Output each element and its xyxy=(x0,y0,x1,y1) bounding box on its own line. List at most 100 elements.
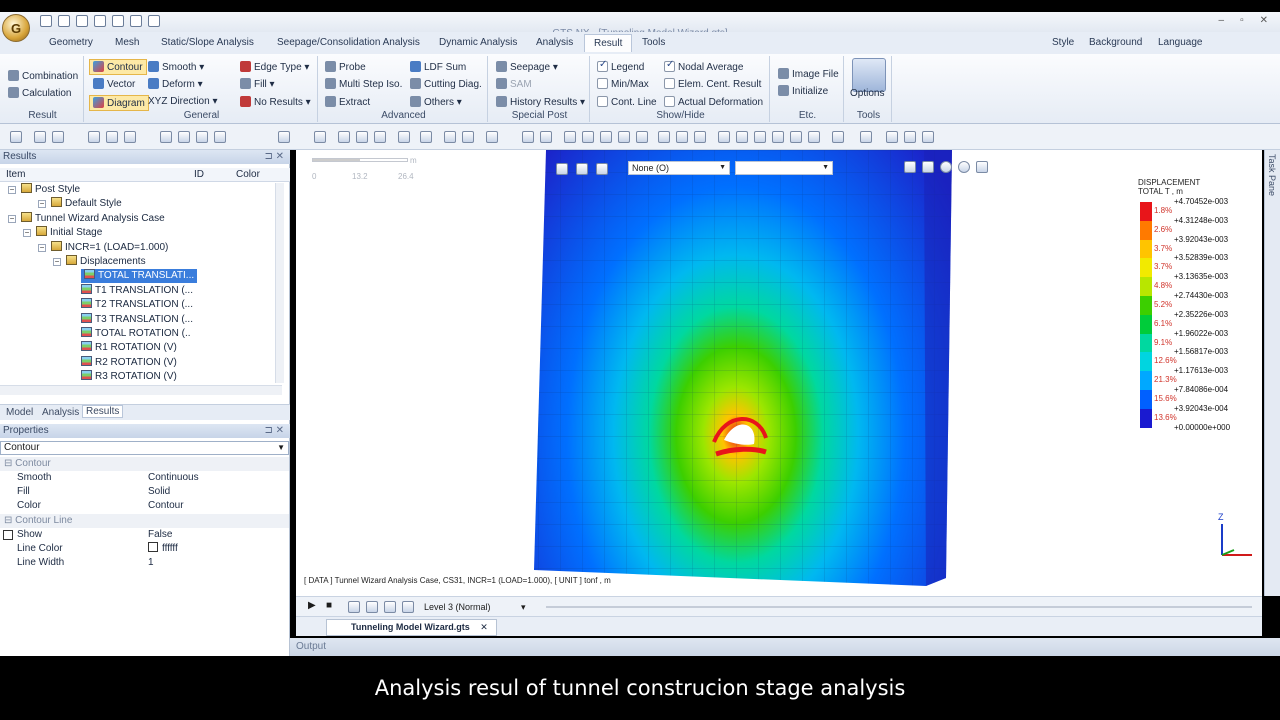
options-button[interactable]: Options xyxy=(850,88,884,99)
save-icon[interactable] xyxy=(76,15,88,27)
tab-analysis[interactable]: Analysis xyxy=(536,37,573,48)
tab-tools[interactable]: Tools xyxy=(642,37,665,48)
split-view-icon[interactable] xyxy=(658,131,670,143)
pan-icon[interactable] xyxy=(636,131,648,143)
prop-show[interactable]: Show False xyxy=(0,528,289,542)
reset-icon[interactable] xyxy=(958,161,970,173)
prop-line-color[interactable]: Line Color ffffff xyxy=(0,542,289,556)
application-menu-button[interactable]: G xyxy=(2,14,30,42)
tree-item[interactable]: − Post Style xyxy=(8,183,80,197)
arrow-icon[interactable] xyxy=(576,163,588,175)
export-icon[interactable] xyxy=(384,601,396,613)
style-menu[interactable]: Style xyxy=(1052,37,1074,48)
section-combo[interactable]: None (O) ▼ xyxy=(628,161,730,175)
model-viewport[interactable] xyxy=(296,150,1262,596)
nodal-average-checkbox[interactable]: Nodal Average xyxy=(664,59,743,73)
expand-toggle-icon[interactable]: − xyxy=(53,258,61,266)
cont-line-checkbox[interactable]: Cont. Line xyxy=(597,96,657,108)
column-color[interactable]: Color xyxy=(236,169,260,180)
render-icon[interactable] xyxy=(860,131,872,143)
stop-icon[interactable]: ■ xyxy=(326,600,332,611)
ldf-sum-button[interactable]: LDF Sum xyxy=(410,61,466,73)
tab-static-slope[interactable]: Static/Slope Analysis xyxy=(161,37,254,48)
tree-item[interactable]: R1 ROTATION (V) xyxy=(81,341,177,355)
zoom-fit-icon[interactable] xyxy=(522,131,534,143)
minimize-icon[interactable]: – xyxy=(1219,15,1225,26)
options-icon[interactable] xyxy=(852,58,886,92)
section-contour[interactable]: ⊟ Contour xyxy=(0,457,289,471)
tree-item[interactable]: TOTAL TRANSLATI... xyxy=(81,269,198,284)
target-icon[interactable] xyxy=(940,161,952,173)
expand-toggle-icon[interactable]: − xyxy=(8,186,16,194)
prop-color[interactable]: Color Contour xyxy=(0,499,289,513)
grid-icon[interactable] xyxy=(160,131,172,143)
column-item[interactable]: Item xyxy=(6,169,25,180)
close-icon[interactable]: ⊐ ✕ xyxy=(264,424,284,438)
plane-icon[interactable] xyxy=(596,163,608,175)
image-file-button[interactable]: Image File xyxy=(778,68,839,80)
tree-item[interactable]: − Default Style xyxy=(38,197,122,211)
rotate-left-icon[interactable] xyxy=(600,131,612,143)
measure-icon[interactable] xyxy=(444,131,456,143)
node-icon[interactable] xyxy=(314,131,326,143)
split-h-icon[interactable] xyxy=(676,131,688,143)
others-dropdown[interactable]: Others ▾ xyxy=(410,96,462,108)
face-icon[interactable] xyxy=(374,131,386,143)
tree-vertical-scrollbar[interactable] xyxy=(275,183,284,383)
help-icon[interactable] xyxy=(420,131,432,143)
task-pane-tab[interactable]: Task Pane xyxy=(1264,150,1280,596)
extract-button[interactable]: Extract xyxy=(325,96,370,108)
tree-item[interactable]: R2 ROTATION (V) xyxy=(81,355,177,370)
polygon-select-icon[interactable] xyxy=(124,131,136,143)
restore-icon[interactable]: ▫ xyxy=(1240,15,1244,26)
tree-item[interactable]: T3 TRANSLATION (... xyxy=(81,312,193,327)
legend-checkbox[interactable]: Legend xyxy=(597,59,644,73)
expand-toggle-icon[interactable]: − xyxy=(38,243,46,252)
no-results-dropdown[interactable]: No Results ▾ xyxy=(240,96,311,108)
tab-result[interactable]: Result xyxy=(584,34,633,52)
pencil-icon[interactable] xyxy=(486,131,498,143)
animation-slider[interactable] xyxy=(546,606,1252,608)
prop-fill[interactable]: Fill Solid xyxy=(0,485,289,499)
diagram-button[interactable]: Diagram xyxy=(89,95,149,111)
lock-icon[interactable] xyxy=(34,131,46,143)
zoom-window-icon[interactable] xyxy=(540,131,552,143)
tree-item[interactable]: TOTAL ROTATION (.. xyxy=(81,327,191,341)
unlock-icon[interactable] xyxy=(52,131,64,143)
axis-icon[interactable] xyxy=(694,131,706,143)
initialize-button[interactable]: Initialize xyxy=(778,85,828,97)
wireframe-icon[interactable] xyxy=(904,131,916,143)
tree-item[interactable]: T2 TRANSLATION (... xyxy=(81,298,193,312)
section-value-combo[interactable]: ▼ xyxy=(735,161,833,175)
mesh-icon[interactable] xyxy=(398,131,410,143)
view-top-icon[interactable] xyxy=(790,131,802,143)
smooth-dropdown[interactable]: Smooth ▾ xyxy=(148,61,204,73)
history-results-dropdown[interactable]: History Results ▾ xyxy=(496,96,585,108)
min-max-checkbox[interactable]: Min/Max xyxy=(597,78,649,90)
view-left-icon[interactable] xyxy=(754,131,766,143)
tab-dynamic[interactable]: Dynamic Analysis xyxy=(439,37,517,48)
deform-dropdown[interactable]: Deform ▾ xyxy=(148,78,203,90)
view-front-icon[interactable] xyxy=(718,131,730,143)
tree-item[interactable]: − Initial Stage xyxy=(23,226,102,240)
expand-toggle-icon[interactable]: − xyxy=(8,214,16,223)
expand-toggle-icon[interactable]: − xyxy=(38,200,46,209)
prop-line-width[interactable]: Line Width 1 xyxy=(0,556,289,570)
color-swatch[interactable] xyxy=(148,542,158,552)
elem-cent-checkbox[interactable]: Elem. Cent. Result xyxy=(664,78,761,90)
view-right-icon[interactable] xyxy=(772,131,784,143)
tab-geometry[interactable]: Geometry xyxy=(49,37,93,48)
background-menu[interactable]: Background xyxy=(1089,37,1142,48)
tree-horizontal-scrollbar[interactable] xyxy=(0,385,282,395)
folder-icon[interactable] xyxy=(922,161,934,173)
box-select-icon[interactable] xyxy=(88,131,100,143)
work-plane-icon[interactable] xyxy=(214,131,226,143)
undo-icon[interactable] xyxy=(130,15,142,27)
contour-button[interactable]: Contour xyxy=(89,59,147,75)
record-icon[interactable] xyxy=(348,601,360,613)
contour-model[interactable] xyxy=(296,150,1262,596)
xyz-direction-dropdown[interactable]: XYZ Direction ▾ xyxy=(148,96,218,107)
open-folder-icon[interactable] xyxy=(112,15,124,27)
download-icon[interactable] xyxy=(402,601,414,613)
view-back-icon[interactable] xyxy=(736,131,748,143)
